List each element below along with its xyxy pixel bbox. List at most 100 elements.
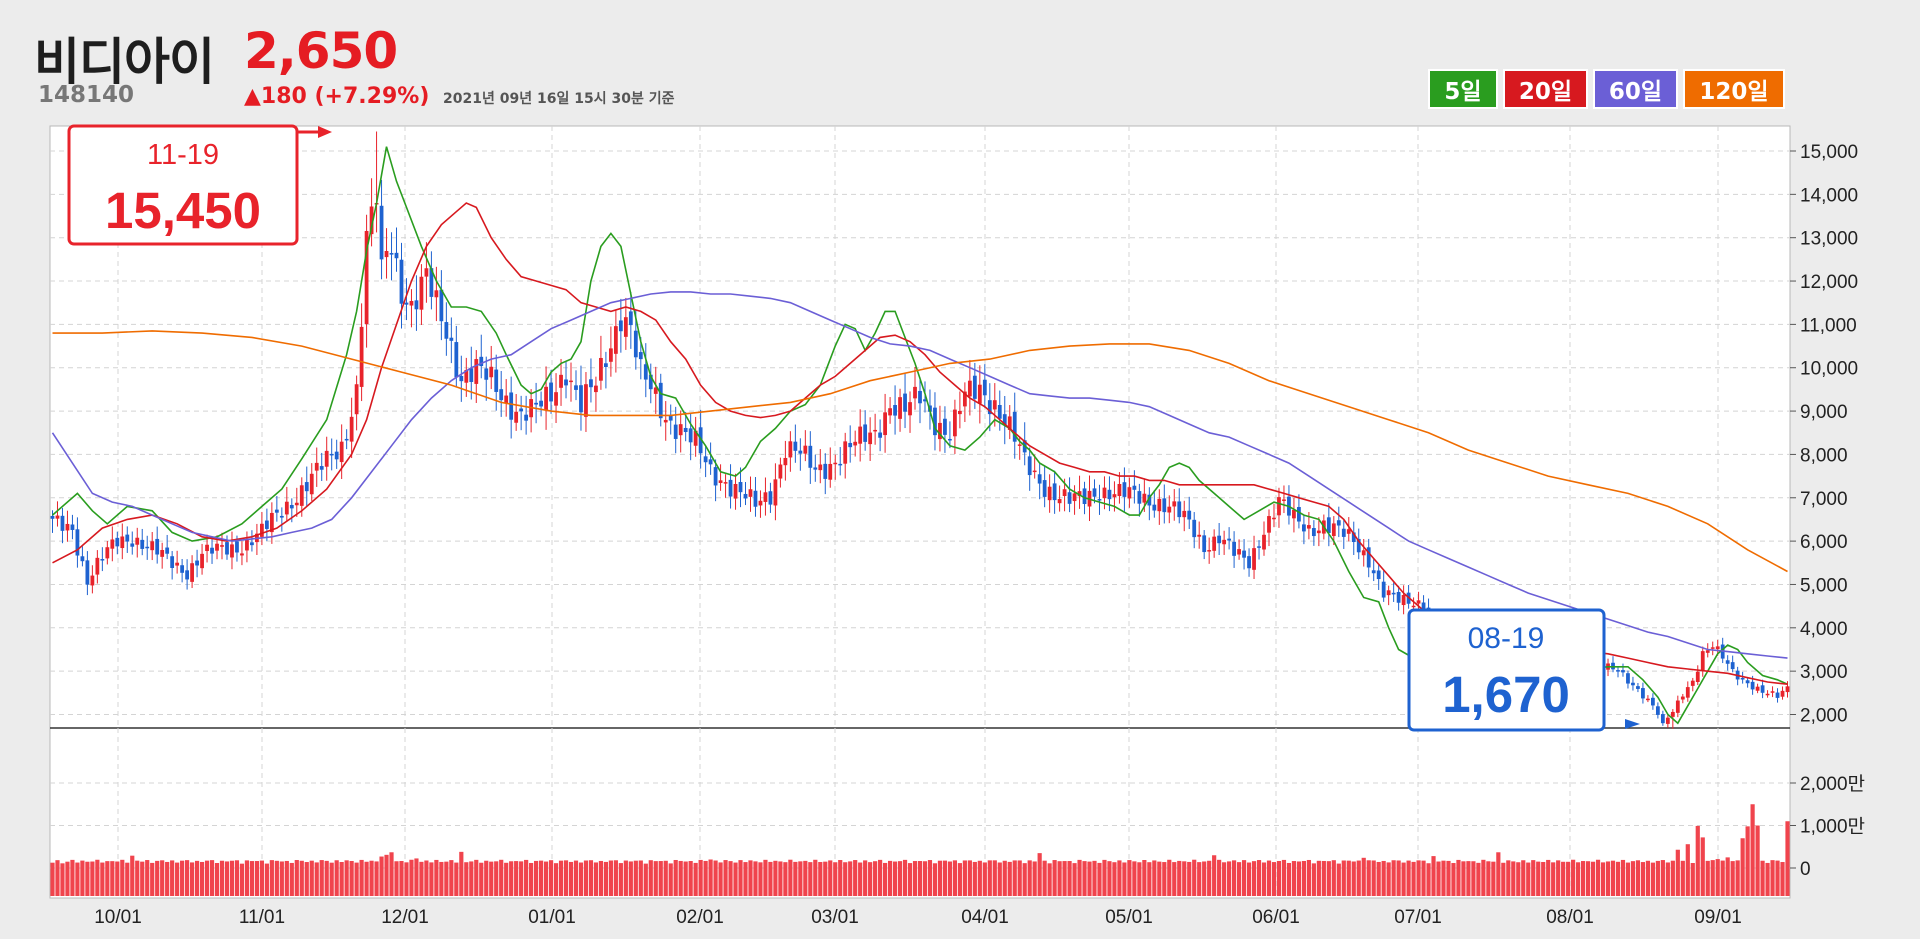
- volume-bar: [1037, 853, 1042, 896]
- candle-body: [997, 405, 1002, 419]
- candle-body: [678, 424, 683, 436]
- volume-bar: [369, 860, 374, 896]
- volume-bar: [902, 859, 908, 896]
- candle-body: [70, 524, 75, 530]
- candle-body: [579, 385, 583, 413]
- volume-bar: [1765, 862, 1770, 896]
- candle-body: [888, 408, 892, 416]
- candle-body: [1631, 682, 1635, 686]
- candle-body: [1306, 525, 1311, 529]
- price-tick-label: 4,000: [1800, 619, 1848, 640]
- candle-body: [1775, 692, 1780, 698]
- volume-bar: [818, 862, 823, 896]
- volume-bar: [125, 862, 130, 896]
- volume-bar: [1625, 862, 1631, 896]
- volume-bar: [354, 862, 359, 896]
- volume-bar: [1645, 860, 1651, 896]
- candle-body: [1217, 535, 1222, 544]
- candle-body: [1232, 541, 1236, 556]
- candle-body: [1715, 646, 1720, 650]
- volume-bar: [479, 862, 484, 896]
- candle-body: [1750, 681, 1755, 690]
- candle-body: [549, 382, 553, 402]
- volume-bar: [70, 859, 75, 896]
- volume-bar: [504, 862, 509, 896]
- volume-bar: [1167, 859, 1172, 896]
- volume-bar: [1142, 860, 1147, 896]
- volume-bar: [244, 860, 250, 896]
- volume-bar: [304, 862, 309, 896]
- volume-bar: [1356, 860, 1361, 896]
- volume-bar: [414, 858, 419, 896]
- volume-bar: [509, 861, 514, 896]
- volume-bar: [1042, 860, 1047, 896]
- volume-bar: [1027, 860, 1032, 896]
- candle-body: [1371, 570, 1376, 574]
- candle-body: [349, 416, 354, 442]
- candle-body: [60, 515, 65, 531]
- price-tick-label: 10,000: [1800, 359, 1858, 380]
- candle-body: [289, 504, 294, 509]
- candle-body: [683, 427, 688, 433]
- high-annotation-date: 11-19: [147, 139, 219, 171]
- volume-bar: [713, 860, 718, 896]
- price-tick-label: 9,000: [1800, 402, 1848, 423]
- candle-body: [409, 300, 414, 306]
- candle-body: [982, 379, 987, 396]
- volume-bar: [55, 860, 60, 896]
- volume-bar: [1187, 861, 1192, 896]
- volume-bar: [429, 862, 434, 896]
- candle-body: [1705, 650, 1710, 653]
- volume-bar: [638, 860, 643, 896]
- volume-bar: [1466, 861, 1471, 896]
- candle-body: [424, 268, 429, 277]
- candle-body: [1132, 485, 1137, 490]
- candle-body: [977, 384, 982, 404]
- candle-body: [319, 466, 324, 470]
- candle-body: [668, 415, 673, 421]
- candle-body: [713, 467, 718, 486]
- candle-body: [1052, 483, 1057, 501]
- volume-bar: [1630, 861, 1636, 896]
- volume-bar: [180, 860, 185, 896]
- volume-bar: [319, 860, 324, 896]
- volume-bar: [299, 860, 304, 896]
- low-annotation-value: 1,670: [1442, 666, 1570, 723]
- volume-bar: [85, 861, 90, 896]
- volume-bar: [1246, 862, 1252, 896]
- candle-body: [718, 480, 723, 483]
- volume-bar: [977, 860, 982, 896]
- candle-body: [115, 537, 120, 547]
- volume-bar: [663, 860, 668, 896]
- volume-bar: [1077, 859, 1082, 896]
- volume-bar: [1261, 862, 1267, 896]
- candle-body: [250, 542, 254, 546]
- x-tick-label: 10/01: [94, 907, 142, 928]
- candle-body: [294, 502, 299, 506]
- volume-bar: [628, 861, 633, 896]
- volume-bar: [823, 861, 828, 896]
- candle-body: [1700, 651, 1705, 671]
- candle-body: [723, 482, 728, 484]
- volume-bar: [309, 860, 314, 896]
- volume-bar: [543, 861, 549, 896]
- volume-bar: [583, 860, 589, 896]
- volume-bar: [145, 860, 150, 896]
- candle-body: [534, 402, 538, 405]
- candle-body: [339, 441, 344, 463]
- volume-bar: [593, 862, 599, 896]
- volume-bar: [743, 862, 748, 896]
- volume-bar: [1381, 860, 1386, 896]
- volume-bar: [1371, 860, 1376, 896]
- candle-body: [918, 390, 922, 404]
- candle-body: [354, 384, 359, 415]
- volume-bar: [289, 862, 294, 896]
- candle-body: [594, 385, 598, 393]
- volume-bar: [1351, 861, 1356, 896]
- volume-bar: [1197, 862, 1202, 896]
- price-tick-label: 15,000: [1800, 142, 1858, 163]
- volume-bar: [204, 860, 210, 896]
- volume-bar: [469, 861, 474, 896]
- candle-body: [957, 410, 962, 415]
- candle-body: [469, 368, 474, 382]
